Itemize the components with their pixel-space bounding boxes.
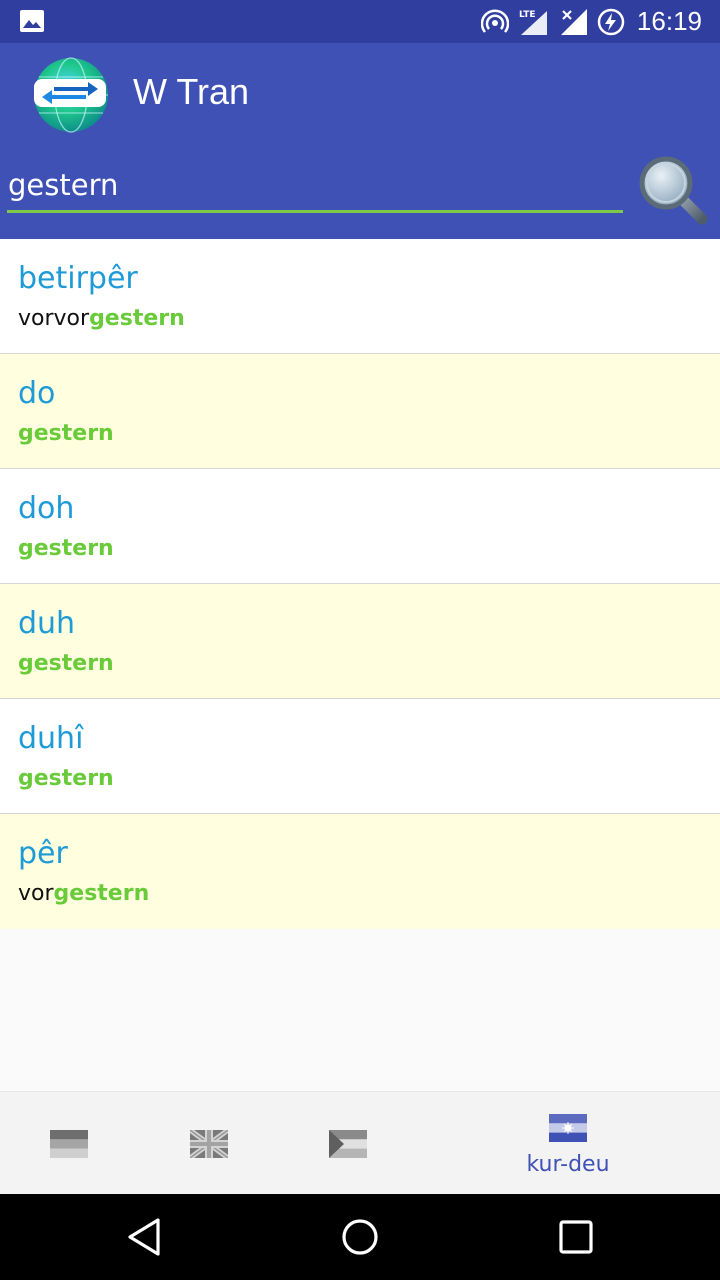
nav-item-german[interactable]	[30, 1092, 108, 1195]
system-navigation-bar	[0, 1194, 720, 1280]
signal-x-icon	[560, 8, 587, 35]
status-icons: LTE 16:19	[480, 0, 702, 43]
kurdish-flag-icon	[329, 1129, 367, 1158]
results-list: betirpêr vorvorgestern do gestern doh ge…	[0, 239, 720, 929]
translation-text: gestern	[18, 536, 114, 561]
app-title: W Tran	[133, 71, 250, 112]
translation-text: vorgestern	[18, 881, 149, 906]
clock: 16:19	[636, 6, 702, 36]
list-item[interactable]: duhî gestern	[0, 699, 720, 814]
search-field[interactable]	[7, 161, 623, 213]
nav-item-kurdish[interactable]	[309, 1092, 387, 1195]
list-item[interactable]: pêr vorgestern	[0, 814, 720, 929]
uk-flag-icon	[190, 1129, 228, 1158]
back-icon[interactable]	[124, 1216, 164, 1258]
nav-item-english[interactable]	[170, 1092, 248, 1195]
recents-icon[interactable]	[558, 1219, 594, 1255]
term-text: do	[18, 376, 56, 411]
bottom-navigation: kur-deu	[0, 1091, 720, 1194]
search-input[interactable]	[7, 161, 623, 209]
translation-match: gestern	[18, 651, 114, 676]
translation-prefix: vorvor	[18, 306, 90, 331]
nav-item-kur-deu[interactable]: kur-deu	[508, 1092, 628, 1195]
list-item[interactable]: do gestern	[0, 354, 720, 469]
translate-globe-icon	[34, 57, 108, 133]
translation-match: gestern	[89, 306, 185, 331]
image-icon	[20, 10, 44, 32]
term-text: duhî	[18, 721, 84, 756]
term-text: pêr	[18, 836, 68, 871]
german-flag-icon	[50, 1129, 88, 1158]
term-text: doh	[18, 491, 75, 526]
translation-match: gestern	[18, 536, 114, 561]
list-item[interactable]: doh gestern	[0, 469, 720, 584]
translation-match: gestern	[53, 881, 150, 906]
term-text: duh	[18, 606, 76, 641]
term-text: betirpêr	[18, 261, 138, 296]
translation-match: gestern	[18, 421, 114, 446]
list-item[interactable]: duh gestern	[0, 584, 720, 699]
hotspot-icon	[480, 8, 509, 33]
nav-label-kur-deu: kur-deu	[526, 1152, 610, 1177]
translation-prefix: vor	[18, 881, 54, 906]
translation-match: gestern	[18, 766, 114, 791]
battery-charging-icon	[597, 8, 625, 35]
app-bar: W Tran	[0, 43, 720, 239]
kur-deu-flag-icon	[549, 1114, 587, 1142]
translation-text: gestern	[18, 651, 114, 676]
translation-text: vorvorgestern	[18, 306, 185, 331]
list-item[interactable]: betirpêr vorvorgestern	[0, 239, 720, 354]
translation-text: gestern	[18, 421, 114, 446]
svg-text:LTE: LTE	[519, 10, 536, 20]
status-bar: LTE 16:19	[0, 0, 720, 43]
home-icon[interactable]	[340, 1217, 380, 1257]
lte-signal-icon: LTE	[519, 10, 547, 35]
translation-text: gestern	[18, 766, 114, 791]
magnifier-icon[interactable]	[636, 153, 712, 229]
